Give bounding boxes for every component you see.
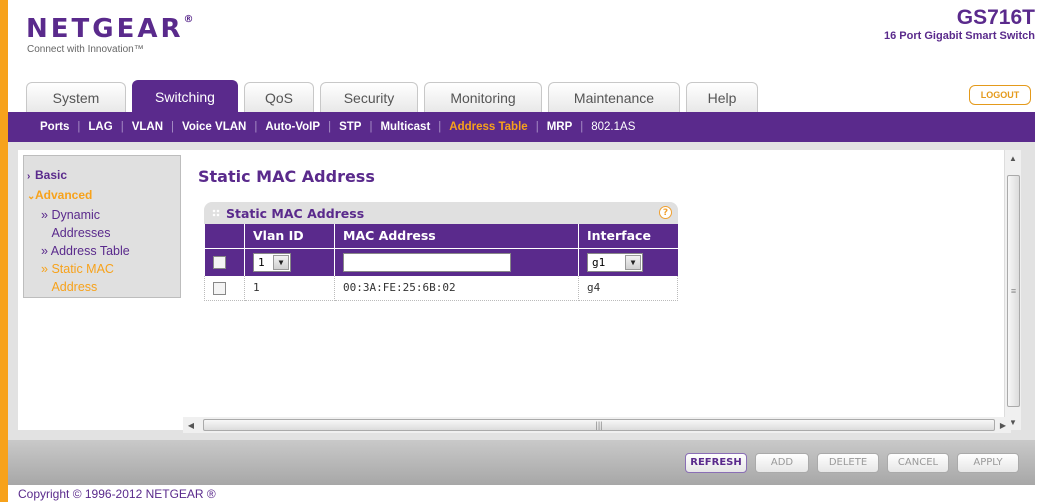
leftnav-basic[interactable]: › Basic: [27, 166, 180, 186]
leftnav-address-table[interactable]: » Address Table: [27, 242, 180, 260]
content-area: › Basic ⌄Advanced » Dynamic Addresses » A…: [8, 142, 1035, 440]
column-header-vlan-id: Vlan ID: [244, 224, 335, 248]
tab-security[interactable]: Security: [320, 82, 418, 112]
leftnav-static-mac-address[interactable]: » Static MAC Address: [27, 260, 180, 296]
tab-monitoring[interactable]: Monitoring: [424, 82, 542, 112]
delete-button[interactable]: DELETE: [817, 452, 879, 473]
scroll-left-icon[interactable]: ◀: [183, 417, 199, 433]
content-panel: › Basic ⌄Advanced » Dynamic Addresses » A…: [18, 150, 1021, 430]
cell-interface: g4: [578, 276, 678, 301]
scroll-up-icon[interactable]: ▲: [1005, 150, 1021, 166]
row-checkbox[interactable]: [213, 281, 226, 295]
copyright: Copyright © 1996-2012 NETGEAR ®: [18, 487, 216, 501]
input-row: 1 ▼ g1 ▼: [204, 247, 678, 276]
subnav-auto-voip[interactable]: Auto-VoIP: [265, 121, 320, 133]
tab-help[interactable]: Help: [686, 82, 758, 112]
help-icon[interactable]: ?: [659, 206, 672, 219]
dropdown-arrow-icon: ▼: [625, 254, 641, 270]
grip-icon: [212, 209, 220, 217]
table-row: 1 00:3A:FE:25:6B:02 g4: [204, 276, 678, 301]
horizontal-scroll-thumb[interactable]: |||: [203, 419, 995, 431]
panel-header: Static MAC Address ?: [204, 202, 678, 224]
tab-qos[interactable]: QoS: [244, 82, 314, 112]
chevron-down-icon: ⌄: [27, 191, 36, 202]
vertical-scroll-thumb[interactable]: ≡: [1007, 175, 1020, 407]
dropdown-arrow-icon: ▼: [273, 254, 289, 270]
subnav-multicast[interactable]: Multicast: [380, 121, 430, 133]
subnav-voice-vlan[interactable]: Voice VLAN: [182, 121, 246, 133]
column-header-mac-address: MAC Address: [334, 224, 579, 248]
left-navigation: › Basic ⌄Advanced » Dynamic Addresses » A…: [23, 155, 181, 298]
cell-vlan-id: 1: [244, 276, 335, 301]
action-bar: REFRESH ADD DELETE CANCEL APPLY: [8, 440, 1035, 485]
select-all-header: [204, 224, 245, 248]
main-tabs: System Switching QoS Security Monitoring…: [26, 80, 758, 112]
apply-button[interactable]: APPLY: [957, 452, 1019, 473]
sub-navigation: Ports | LAG | VLAN | Voice VLAN | Auto-VoIP |…: [8, 112, 1035, 142]
vertical-scrollbar[interactable]: ▲ ≡ ▼: [1004, 150, 1021, 430]
scroll-right-icon[interactable]: ▶: [995, 417, 1011, 433]
column-header-interface: Interface: [578, 224, 678, 248]
cancel-button[interactable]: CANCEL: [887, 452, 949, 473]
panel-title: Static MAC Address: [226, 205, 365, 221]
model-description: 16 Port Gigabit Smart Switch: [884, 30, 1035, 42]
subnav-ports[interactable]: Ports: [40, 121, 69, 133]
page-title: Static MAC Address: [198, 167, 375, 186]
subnav-lag[interactable]: LAG: [88, 121, 112, 133]
tab-system[interactable]: System: [26, 82, 126, 112]
chevron-right-icon: ›: [27, 171, 31, 182]
static-mac-panel: Static MAC Address ? Vlan ID MAC Address…: [204, 202, 678, 301]
interface-select[interactable]: g1 ▼: [587, 252, 643, 272]
input-row-checkbox[interactable]: [212, 255, 226, 269]
refresh-button[interactable]: REFRESH: [685, 452, 747, 473]
leftnav-advanced[interactable]: ⌄Advanced: [27, 186, 180, 206]
vlan-id-select[interactable]: 1 ▼: [253, 252, 291, 272]
subnav-stp[interactable]: STP: [339, 121, 361, 133]
add-button[interactable]: ADD: [755, 452, 809, 473]
subnav-vlan[interactable]: VLAN: [132, 121, 163, 133]
leftnav-dynamic-addresses[interactable]: » Dynamic Addresses: [27, 206, 180, 242]
tab-maintenance[interactable]: Maintenance: [548, 82, 680, 112]
model-name: GS716T: [956, 6, 1035, 29]
tagline: Connect with Innovation™: [27, 44, 144, 55]
subnav-802-1as[interactable]: 802.1AS: [591, 121, 635, 133]
mac-address-input[interactable]: [343, 252, 511, 272]
tab-switching[interactable]: Switching: [132, 80, 238, 112]
subnav-mrp[interactable]: MRP: [547, 121, 573, 133]
netgear-logo: NETGEAR®: [26, 14, 194, 44]
cell-mac-address: 00:3A:FE:25:6B:02: [334, 276, 579, 301]
horizontal-scrollbar[interactable]: ◀ ||| ▶: [183, 417, 1011, 433]
static-mac-table: Vlan ID MAC Address Interface 1 ▼ g1 ▼ 1…: [204, 224, 678, 301]
logout-button[interactable]: LOGOUT: [969, 85, 1031, 105]
subnav-address-table[interactable]: Address Table: [449, 121, 527, 133]
